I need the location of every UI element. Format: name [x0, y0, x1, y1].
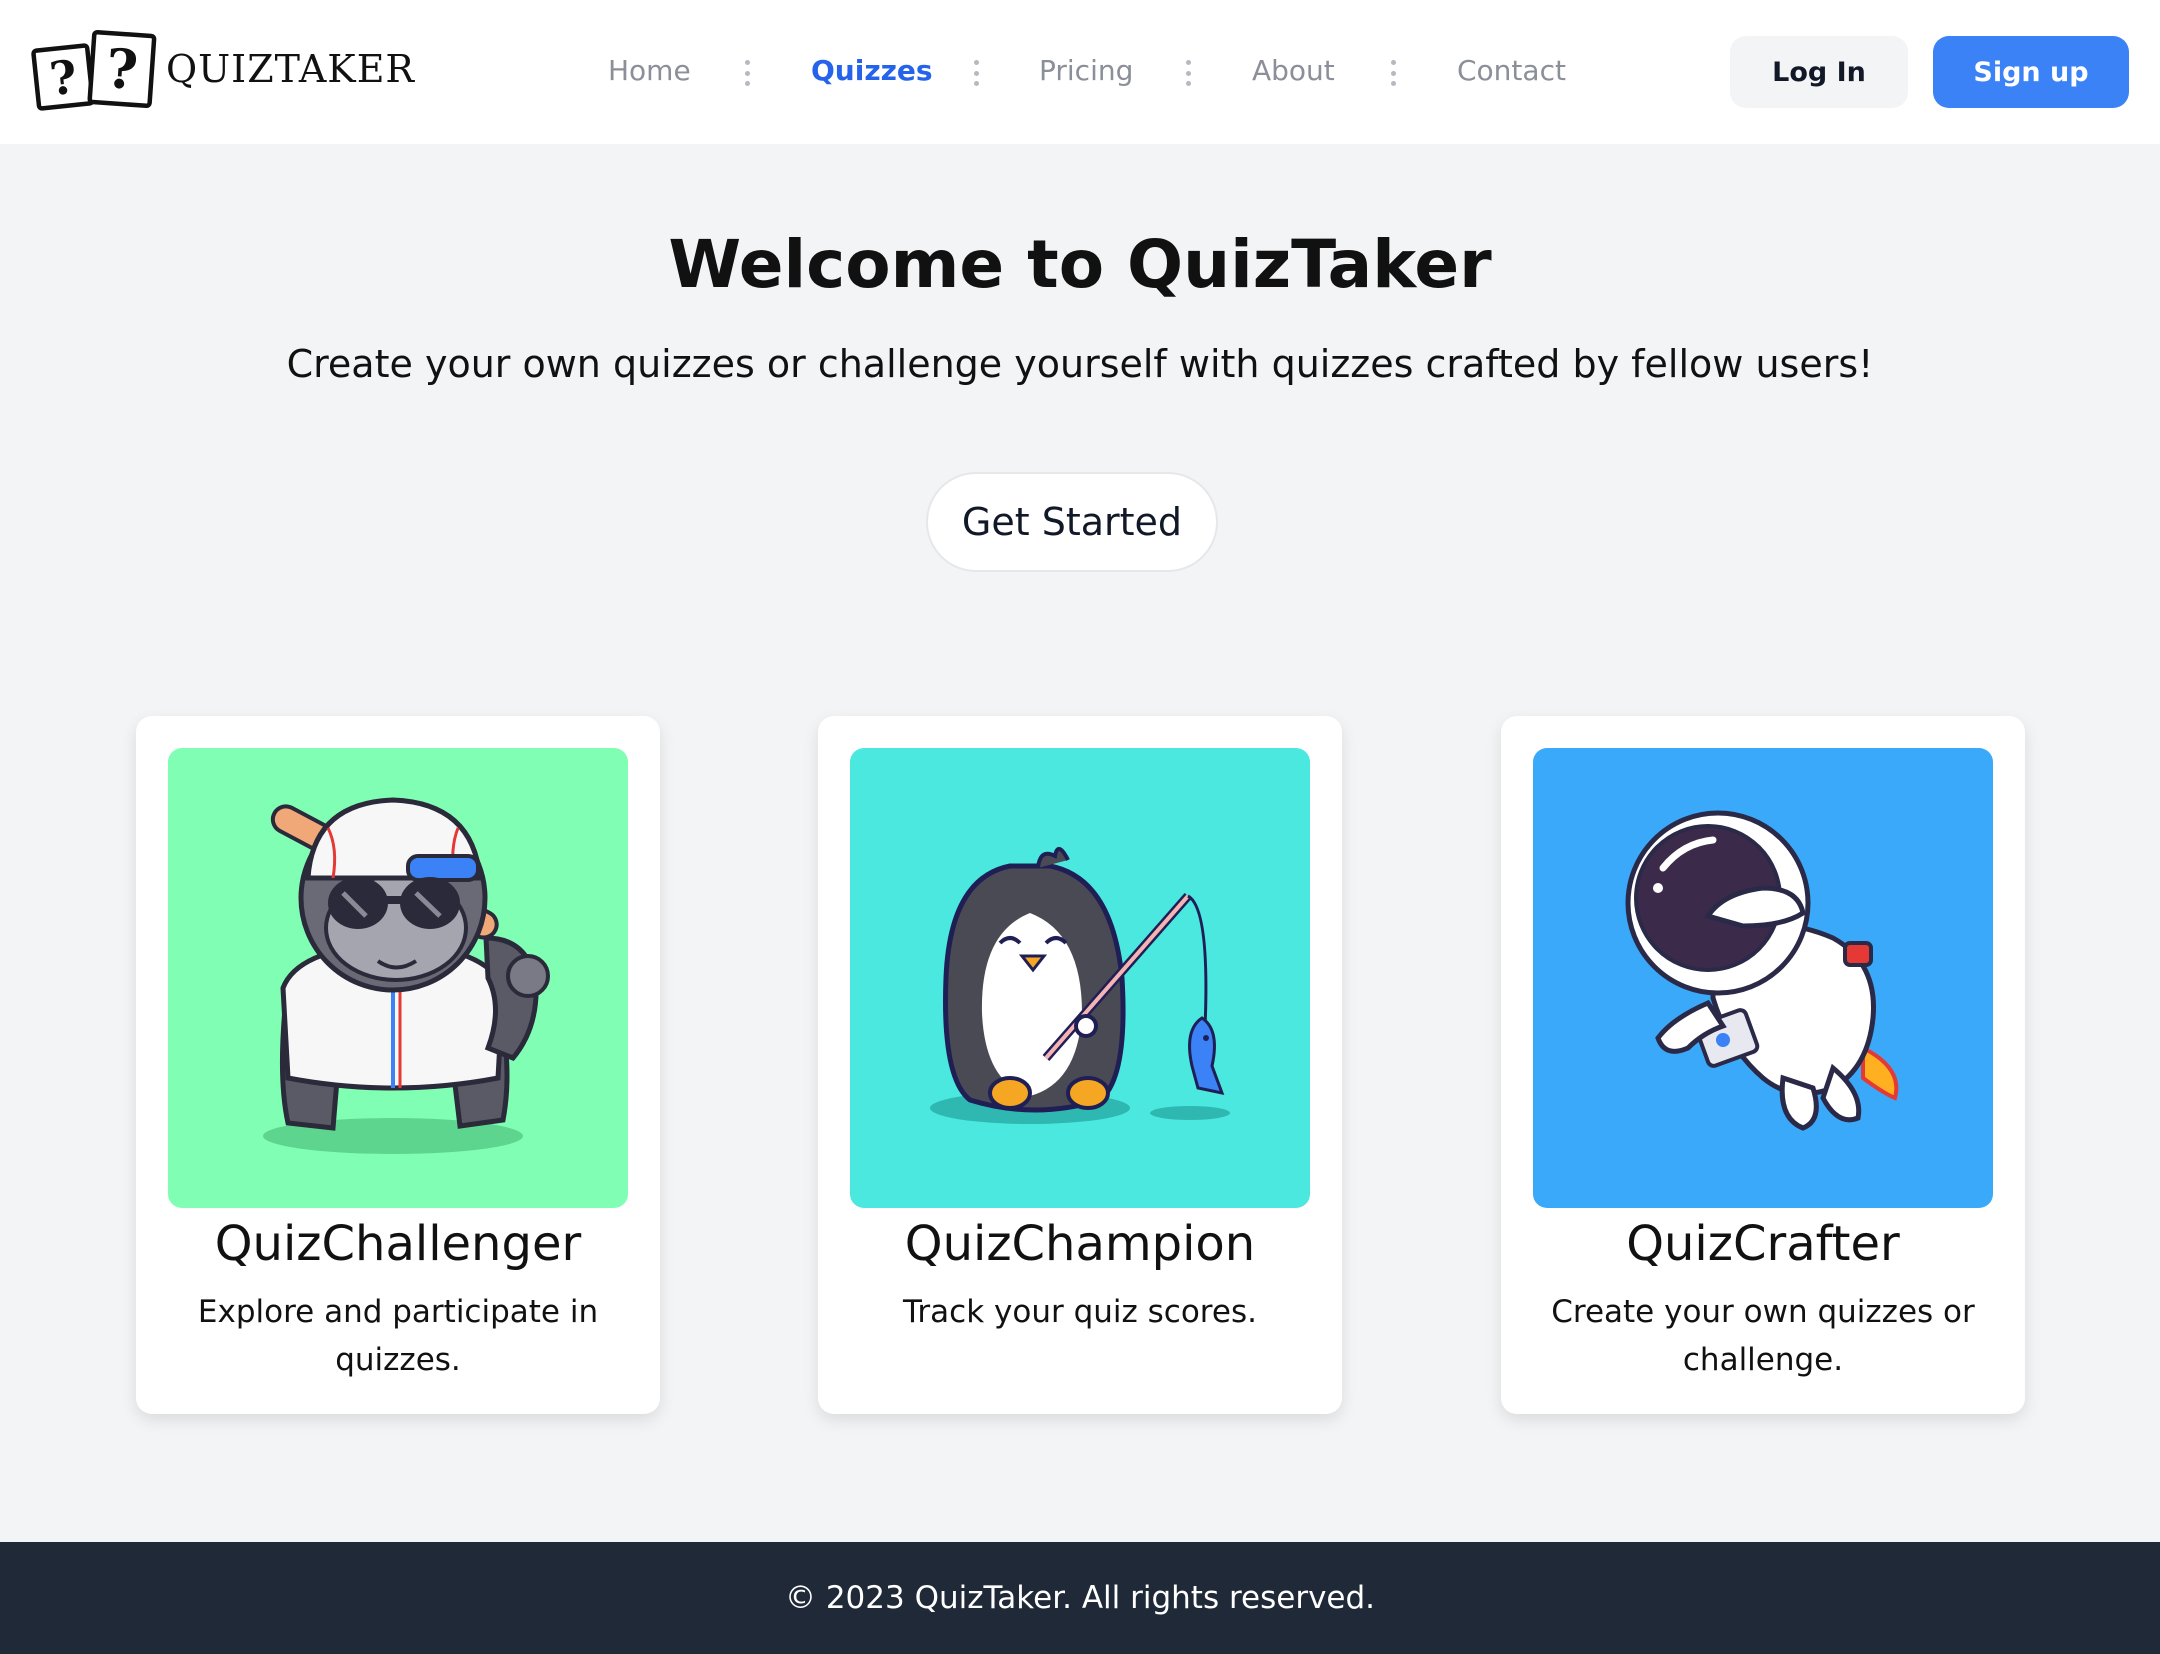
card-title: QuizChampion	[904, 1216, 1256, 1272]
card-title: QuizChallenger	[214, 1216, 582, 1272]
card-title: QuizCrafter	[1626, 1216, 1900, 1272]
vertical-ellipsis-icon	[1185, 60, 1191, 86]
copyright-text: © 2023 QuizTaker. All rights reserved.	[784, 1580, 1376, 1616]
card-description: Create your own quizzes or challenge.	[1551, 1294, 1975, 1378]
site-header: ? ? QUIZTAKER Home Quizzes Pricing About…	[0, 0, 2160, 144]
card-description: Explore and participate in quizzes.	[197, 1294, 599, 1378]
vertical-ellipsis-icon	[973, 60, 979, 86]
card-quiz-crafter[interactable]: QuizCrafter Create your own quizzes or c…	[1501, 716, 2025, 1414]
login-button[interactable]: Log In	[1730, 36, 1908, 108]
card-description: Track your quiz scores.	[903, 1294, 1257, 1330]
astronaut-flying-illustration	[1533, 748, 1993, 1208]
hero-subtitle: Create your own quizzes or challenge you…	[286, 342, 1874, 386]
vertical-ellipsis-icon	[744, 60, 750, 86]
nav-quizzes[interactable]: Quizzes	[811, 54, 933, 87]
penguin-fishing-illustration	[850, 748, 1310, 1208]
nav-contact[interactable]: Contact	[1457, 54, 1566, 87]
card-quiz-challenger[interactable]: QuizChallenger Explore and participate i…	[136, 716, 660, 1414]
nav-pricing[interactable]: Pricing	[1039, 54, 1133, 87]
get-started-button[interactable]: Get Started	[926, 472, 1218, 572]
nav-home[interactable]: Home	[608, 54, 691, 87]
vertical-ellipsis-icon	[1390, 60, 1396, 86]
site-footer: © 2023 QuizTaker. All rights reserved.	[0, 1542, 2160, 1654]
nav-about[interactable]: About	[1252, 54, 1335, 87]
signup-button[interactable]: Sign up	[1933, 36, 2129, 108]
hero-title: Welcome to QuizTaker	[668, 226, 1492, 303]
card-quiz-champion[interactable]: QuizChampion Track your quiz scores.	[818, 716, 1342, 1414]
gorilla-baseball-illustration	[168, 748, 628, 1208]
